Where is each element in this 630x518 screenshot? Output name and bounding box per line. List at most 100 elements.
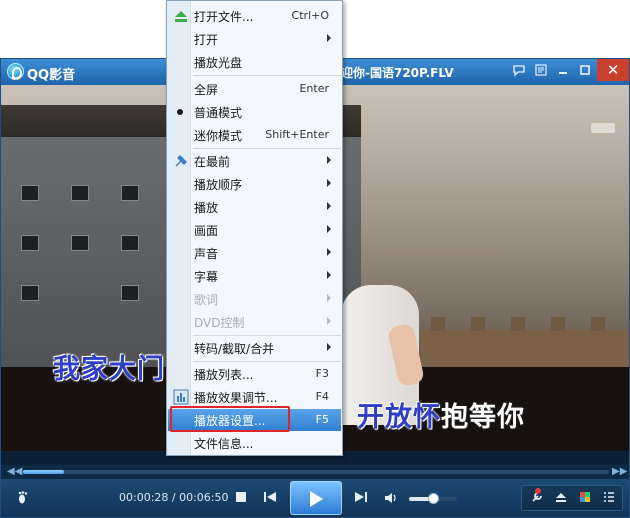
app-title: QQ影音 xyxy=(27,68,76,83)
submenu-arrow-icon xyxy=(327,179,331,187)
subtitle-right-white: 抱等你 xyxy=(441,402,525,433)
menu-item-shortcut: Enter xyxy=(299,82,329,95)
menu-item-label: 打开 xyxy=(194,33,219,47)
menu-item-label: 在最前 xyxy=(194,155,231,169)
menu-separator xyxy=(193,148,341,149)
menu-item-always-on-top[interactable]: 在最前 xyxy=(168,150,341,172)
submenu-arrow-icon xyxy=(327,225,331,233)
notification-badge xyxy=(535,488,541,494)
menu-item-label: 播放顺序 xyxy=(194,178,243,192)
video-crenel xyxy=(551,317,565,331)
footprint-icon[interactable] xyxy=(15,489,33,510)
video-window xyxy=(121,185,139,201)
video-window xyxy=(121,235,139,251)
menu-separator xyxy=(193,335,341,336)
menu-item-label: 画面 xyxy=(194,224,219,238)
menu-separator xyxy=(193,75,341,76)
menu-item-fullscreen[interactable]: 全屏 Enter xyxy=(168,78,341,100)
menu-item-label: 全屏 xyxy=(194,83,219,97)
menu-separator xyxy=(193,361,341,362)
menu-item-effects[interactable]: 播放效果调节... F4 xyxy=(168,386,341,408)
menu-item-open[interactable]: 打开 xyxy=(168,28,341,50)
menu-item-open-file[interactable]: 打开文件... Ctrl+O xyxy=(168,5,341,27)
eject-icon[interactable] xyxy=(552,490,570,508)
progress-area: ◀◀ ▶▶ xyxy=(1,465,629,479)
playlist-icon[interactable] xyxy=(532,63,550,81)
submenu-arrow-icon xyxy=(327,343,331,351)
qq-player-logo-icon xyxy=(7,63,24,80)
video-crenel xyxy=(511,317,525,331)
video-crenel xyxy=(431,317,445,331)
progress-fill xyxy=(23,470,65,474)
context-menu: 打开文件... Ctrl+O 打开 播放光盘 全屏 Enter 普通模式 迷你模… xyxy=(166,0,343,456)
menu-item-label: 打开文件... xyxy=(194,10,254,24)
file-title: 迎你-国语720P.FLV xyxy=(341,66,454,80)
subtitle-right-blue: 开放怀 xyxy=(357,402,441,433)
selected-bullet-icon xyxy=(177,109,183,115)
video-watermark xyxy=(591,123,615,133)
video-window xyxy=(121,285,139,301)
menu-item-label: 歌词 xyxy=(194,293,219,307)
menu-item-mini-mode[interactable]: 迷你模式 Shift+Enter xyxy=(168,124,341,146)
menu-item-shortcut: Ctrl+O xyxy=(291,9,329,22)
menu-item-play-order[interactable]: 播放顺序 xyxy=(168,173,341,195)
time-display: 00:00:28 / 00:06:50 xyxy=(119,491,229,504)
menu-item-label: 字幕 xyxy=(194,270,219,284)
menu-item-label: 声音 xyxy=(194,247,219,261)
video-window xyxy=(21,185,39,201)
equalizer-icon xyxy=(173,389,189,405)
stop-icon[interactable] xyxy=(234,490,248,507)
menu-item-shortcut: F5 xyxy=(315,413,329,426)
seek-forward-arrow-icon[interactable]: ▶▶ xyxy=(612,466,627,477)
next-icon[interactable] xyxy=(353,490,369,507)
menu-item-label: 转码/截取/合并 xyxy=(194,342,275,356)
menu-item-shortcut: F3 xyxy=(315,367,329,380)
video-window xyxy=(71,235,89,251)
video-window xyxy=(71,185,89,201)
submenu-arrow-icon xyxy=(327,34,331,42)
minimize-icon[interactable] xyxy=(554,63,572,81)
maximize-icon[interactable] xyxy=(576,63,594,81)
pin-icon xyxy=(173,153,189,169)
volume-icon[interactable] xyxy=(383,491,399,508)
menu-item-label: 迷你模式 xyxy=(194,129,243,143)
menu-item-playlist[interactable]: 播放列表... F3 xyxy=(168,363,341,385)
previous-icon[interactable] xyxy=(262,490,278,507)
video-crenel xyxy=(471,317,485,331)
menu-item-transcode[interactable]: 转码/截取/合并 xyxy=(168,337,341,359)
menu-item-shortcut: F4 xyxy=(315,390,329,403)
menu-item-label: 文件信息... xyxy=(194,437,254,451)
menu-item-sound[interactable]: 声音 xyxy=(168,242,341,264)
play-button[interactable] xyxy=(290,481,342,515)
color-icon[interactable] xyxy=(576,490,594,508)
submenu-arrow-icon xyxy=(327,294,331,302)
video-window xyxy=(21,285,39,301)
volume-knob[interactable] xyxy=(428,493,439,504)
menu-item-play-disc[interactable]: 播放光盘 xyxy=(168,51,341,73)
submenu-arrow-icon xyxy=(327,156,331,164)
menu-item-subtitles[interactable]: 字幕 xyxy=(168,265,341,287)
play-icon xyxy=(310,491,323,507)
menu-item-label: 播放光盘 xyxy=(194,56,243,70)
submenu-arrow-icon xyxy=(327,248,331,256)
seek-back-arrow-icon[interactable]: ◀◀ xyxy=(7,466,22,477)
menu-item-file-info[interactable]: 文件信息... xyxy=(168,432,341,454)
list-icon[interactable] xyxy=(600,490,618,508)
menu-item-lyrics: 歌词 xyxy=(168,288,341,310)
highlight-annotation-box xyxy=(170,406,290,432)
progress-bar[interactable] xyxy=(23,470,609,474)
control-bar: 00:00:28 / 00:06:50 xyxy=(1,479,629,517)
menu-item-picture[interactable]: 画面 xyxy=(168,219,341,241)
volume-slider[interactable] xyxy=(409,493,457,504)
eject-icon xyxy=(173,8,189,24)
menu-item-normal-mode[interactable]: 普通模式 xyxy=(168,101,341,123)
menu-item-play[interactable]: 播放 xyxy=(168,196,341,218)
menu-item-label: 播放 xyxy=(194,201,219,215)
close-button[interactable]: ✕ xyxy=(597,59,629,81)
menu-item-label: 播放效果调节... xyxy=(194,391,278,405)
menu-item-label: DVD控制 xyxy=(194,316,245,330)
video-window xyxy=(21,235,39,251)
chat-bubble-icon[interactable] xyxy=(510,63,528,81)
video-crenel xyxy=(591,317,605,331)
submenu-arrow-icon xyxy=(327,202,331,210)
